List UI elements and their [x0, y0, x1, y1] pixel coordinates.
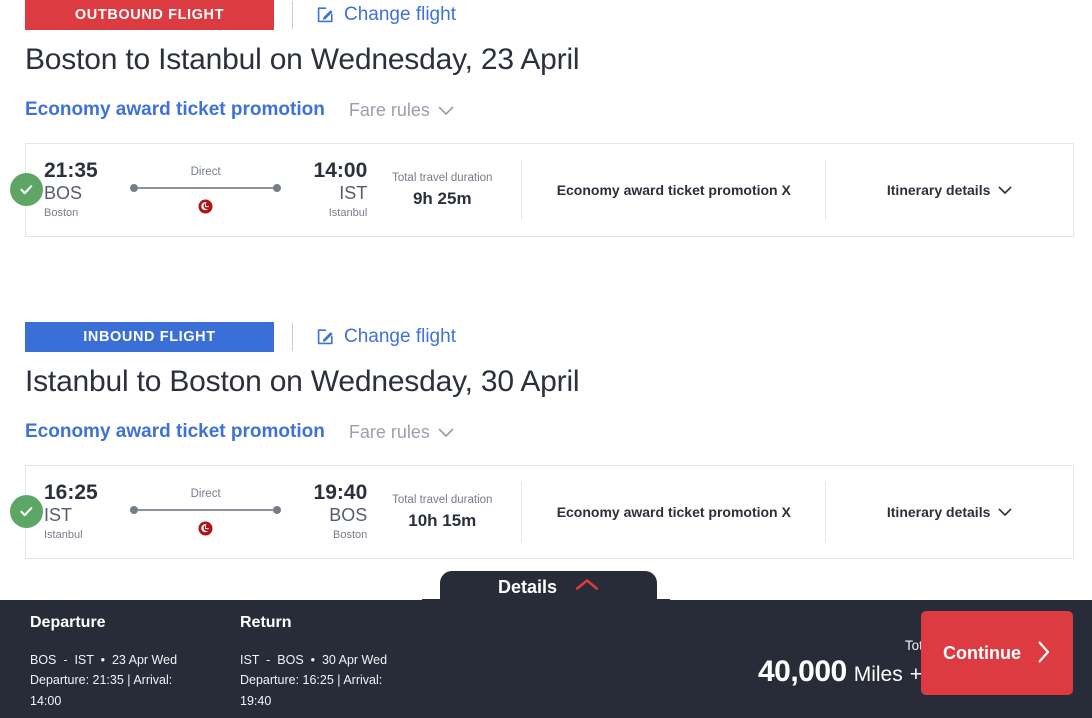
turkish-airlines-logo-icon [198, 199, 213, 214]
outbound-duration-value: 9h 25m [413, 188, 472, 210]
departure-times-line: Departure: 21:35 | Arrival: [30, 670, 240, 690]
inbound-arrival-time: 19:40 [314, 481, 368, 505]
selected-check-icon [10, 495, 43, 528]
route-line-segment [138, 187, 273, 189]
bottom-bar-inner: Departure BOS - IST • 23 Apr Wed Departu… [0, 600, 1092, 718]
return-summary-block: Return IST - BOS • 30 Apr Wed Departure:… [240, 614, 450, 711]
inbound-arrival-city: Boston [333, 527, 367, 544]
continue-button-label: Continue [943, 643, 1021, 664]
inbound-departure-city: Istanbul [44, 527, 83, 544]
inbound-route-line [130, 506, 281, 514]
inbound-route-title: Istanbul to Boston on Wednesday, 30 Apri… [0, 365, 1092, 399]
inbound-duration-value: 10h 15m [408, 510, 476, 532]
inbound-promo-link[interactable]: Economy award ticket promotion [25, 421, 325, 443]
change-flight-inbound-button[interactable]: Change flight [315, 326, 456, 348]
change-flight-outbound-button[interactable]: Change flight [315, 4, 456, 26]
edit-square-icon [315, 5, 335, 25]
inbound-fare-rules-toggle[interactable]: Fare rules [349, 422, 454, 443]
outbound-duration-label: Total travel duration [392, 170, 492, 187]
outbound-departure-code: BOS [44, 183, 82, 205]
outbound-fare-rules-toggle[interactable]: Fare rules [349, 100, 454, 121]
outbound-route-line [130, 184, 281, 192]
outbound-arrival-code: IST [339, 183, 367, 205]
chevron-down-icon [998, 504, 1012, 520]
route-line-segment [138, 509, 273, 511]
route-start-dot [130, 184, 138, 192]
inbound-fare-name: Economy award ticket promotion X [522, 466, 825, 558]
chevron-down-icon [998, 182, 1012, 198]
return-times-line: Departure: 16:25 | Arrival: [240, 670, 450, 690]
details-tab-label: Details [498, 577, 557, 598]
chevron-up-icon [575, 578, 599, 596]
miles-word: Miles [854, 663, 903, 687]
inbound-card-wrap: 16:25 IST Istanbul Direct [0, 465, 1092, 559]
turkish-airlines-logo-icon [198, 521, 213, 536]
outbound-card-wrap: 21:35 BOS Boston Direct [0, 143, 1092, 237]
departure-summary-block: Departure BOS - IST • 23 Apr Wed Departu… [0, 614, 240, 711]
outbound-duration-cell: Total travel duration 9h 25m [367, 144, 521, 236]
inbound-flight-card[interactable]: 16:25 IST Istanbul Direct [25, 465, 1074, 559]
outbound-badge-row: OUTBOUND FLIGHT Change flight [0, 0, 1092, 30]
miles-amount: 40,000 [758, 655, 847, 689]
inbound-arrival-endpoint: 19:40 BOS Boston [295, 466, 367, 558]
change-flight-outbound-label: Change flight [344, 4, 456, 26]
return-arrival-time: 19:40 [240, 691, 450, 711]
return-title: Return [240, 614, 450, 632]
route-end-dot [273, 184, 281, 192]
outbound-flight-badge: OUTBOUND FLIGHT [25, 0, 274, 30]
route-start-dot [130, 506, 138, 514]
inbound-flight-badge: INBOUND FLIGHT [25, 322, 274, 352]
details-toggle-tab[interactable]: Details [440, 571, 657, 603]
inbound-flight-section: INBOUND FLIGHT Change flight Istanbul to… [0, 322, 1092, 559]
chevron-down-icon [438, 100, 454, 121]
departure-arrival-time: 14:00 [30, 691, 240, 711]
route-end-dot [273, 506, 281, 514]
outbound-promo-link[interactable]: Economy award ticket promotion [25, 99, 325, 121]
outbound-arrival-time: 14:00 [314, 159, 368, 183]
chevron-down-icon [438, 422, 454, 443]
departure-title: Departure [30, 614, 240, 632]
inbound-stops-label: Direct [191, 488, 221, 500]
return-route-line: IST - BOS • 30 Apr Wed [240, 650, 450, 670]
inbound-route-graphic: Direct [116, 466, 295, 558]
inbound-itinerary-details-label: Itinerary details [887, 504, 991, 520]
inbound-duration-label: Total travel duration [392, 492, 492, 509]
inbound-departure-time: 16:25 [44, 481, 98, 505]
departure-route-line: BOS - IST • 23 Apr Wed [30, 650, 240, 670]
summary-bottom-bar: Details Departure BOS - IST • 23 Apr Wed… [0, 600, 1092, 718]
inbound-fare-rules-label: Fare rules [349, 422, 430, 443]
change-flight-inbound-label: Change flight [344, 326, 456, 348]
inbound-arrival-code: BOS [329, 505, 367, 527]
outbound-itinerary-details-toggle[interactable]: Itinerary details [826, 144, 1073, 236]
inbound-duration-cell: Total travel duration 10h 15m [367, 466, 521, 558]
outbound-route-title: Boston to Istanbul on Wednesday, 23 Apri… [0, 43, 1092, 77]
outbound-fare-row: Economy award ticket promotion Fare rule… [0, 99, 1092, 121]
inbound-fare-row: Economy award ticket promotion Fare rule… [0, 421, 1092, 443]
outbound-route-graphic: Direct [116, 144, 295, 236]
outbound-arrival-city: Istanbul [329, 205, 368, 222]
outbound-itinerary-details-label: Itinerary details [887, 182, 991, 198]
badge-divider [292, 1, 293, 29]
continue-button[interactable]: Continue [921, 611, 1073, 695]
outbound-flight-card[interactable]: 21:35 BOS Boston Direct [25, 143, 1074, 237]
outbound-arrival-endpoint: 14:00 IST Istanbul [295, 144, 367, 236]
outbound-stops-label: Direct [191, 166, 221, 178]
edit-square-icon [315, 327, 335, 347]
outbound-fare-rules-label: Fare rules [349, 100, 430, 121]
inbound-badge-row: INBOUND FLIGHT Change flight [0, 322, 1092, 352]
outbound-departure-city: Boston [44, 205, 78, 222]
outbound-flight-section: OUTBOUND FLIGHT Change flight Boston to … [0, 0, 1092, 237]
outbound-fare-name: Economy award ticket promotion X [522, 144, 825, 236]
chevron-right-icon [1037, 640, 1051, 667]
inbound-departure-code: IST [44, 505, 72, 527]
booking-summary-page: OUTBOUND FLIGHT Change flight Boston to … [0, 0, 1092, 718]
badge-divider [292, 323, 293, 351]
selected-check-icon [10, 173, 43, 206]
inbound-itinerary-details-toggle[interactable]: Itinerary details [826, 466, 1073, 558]
outbound-departure-time: 21:35 [44, 159, 98, 183]
